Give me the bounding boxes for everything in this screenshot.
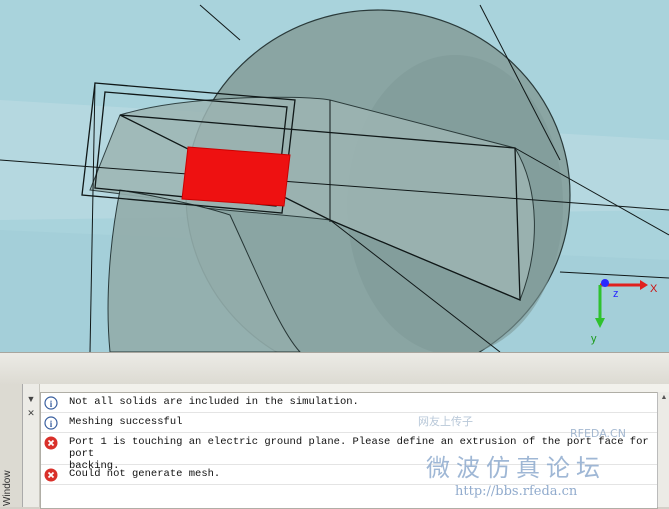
pin-icon[interactable]: ▼ (26, 394, 36, 404)
close-icon[interactable]: ✕ (26, 408, 36, 418)
axis-x-label: X (650, 283, 658, 295)
pane-controls: ▼ ✕ (23, 384, 40, 507)
message-text: Not all solids are included in the simul… (69, 396, 359, 408)
window-tab-label: Window (2, 470, 13, 506)
message-row[interactable]: i Not all solids are included in the sim… (41, 393, 657, 413)
info-icon: i (44, 396, 58, 410)
vertical-scrollbar[interactable]: ▲ (657, 392, 669, 507)
message-list: i Not all solids are included in the sim… (40, 392, 658, 509)
window-side-tab[interactable]: Window (0, 384, 23, 507)
port-face[interactable] (181, 146, 291, 207)
model-view: X z y (0, 4, 669, 352)
pane-splitter[interactable] (0, 352, 669, 385)
message-text: Could not generate mesh. (69, 468, 221, 480)
message-text: Meshing successful (69, 416, 183, 428)
message-row[interactable]: i Meshing successful (41, 413, 657, 433)
error-icon (44, 436, 58, 450)
message-window: Window ▼ ✕ i Not all solids are included… (0, 384, 669, 509)
axis-z-label: z (613, 288, 619, 300)
message-row[interactable]: Port 1 is touching an electric ground pl… (41, 433, 657, 472)
error-icon (44, 468, 58, 482)
message-row[interactable]: Could not generate mesh. (41, 465, 657, 485)
axis-y-label: y (591, 333, 597, 345)
info-icon: i (44, 416, 58, 430)
scroll-up-icon[interactable]: ▲ (659, 393, 669, 403)
3d-viewport[interactable]: X z y (0, 0, 669, 352)
